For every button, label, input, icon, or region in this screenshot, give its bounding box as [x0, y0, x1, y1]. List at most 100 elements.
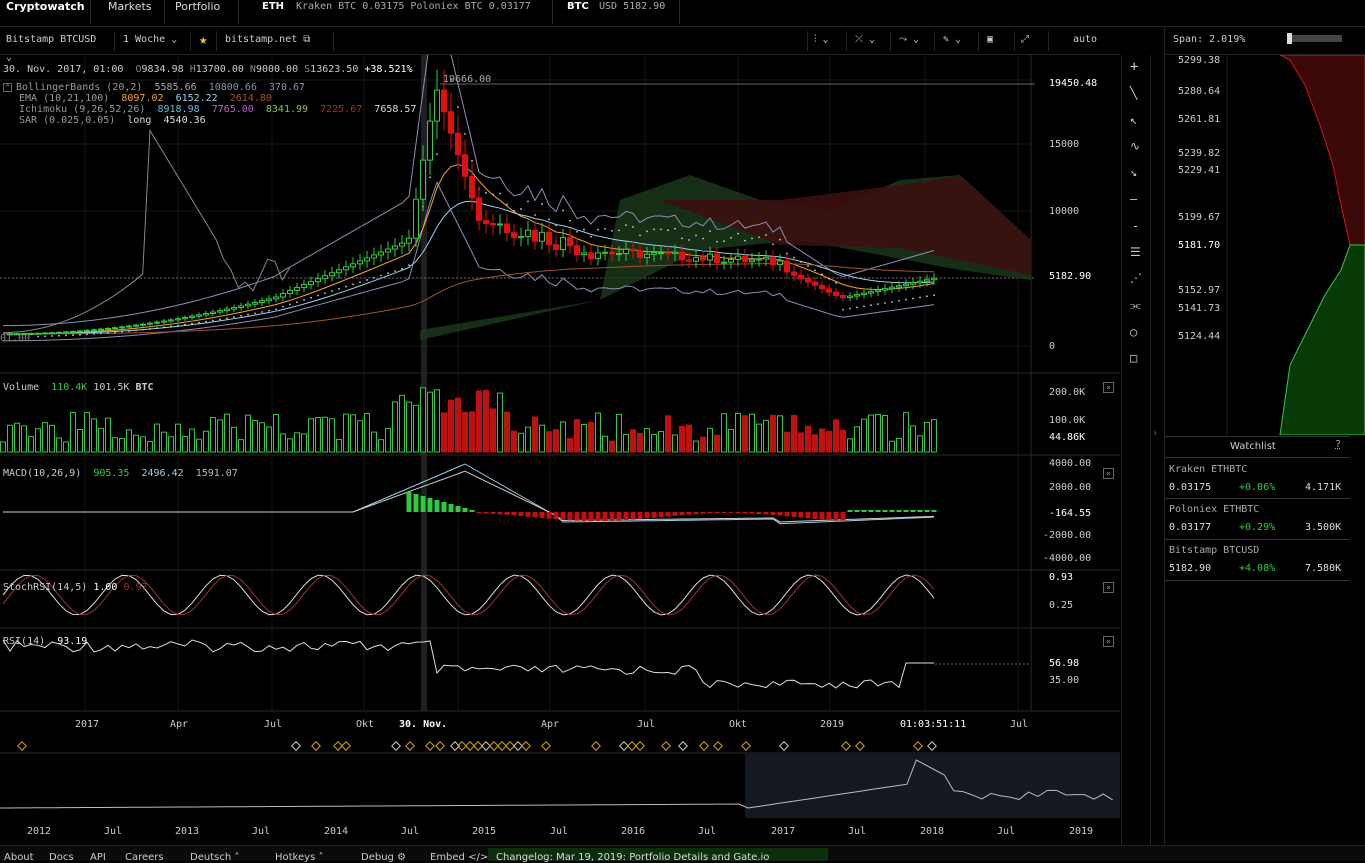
footer-hotkeys[interactable]: Hotkeys ˄ — [275, 852, 323, 863]
volume-tick-current: 44.86K — [1049, 432, 1086, 443]
compare-button[interactable]: ⤳ ⌄ — [893, 31, 935, 51]
collapse-icon[interactable]: ^ — [3, 83, 12, 92]
nav-tick: Jul — [698, 826, 717, 837]
time-tick: Apr — [541, 719, 560, 730]
macd-legend[interactable]: MACD(10,26,9) 905.35 2496.42 1591.07 — [3, 468, 238, 479]
fan-tool-icon[interactable]: ⫘ — [1130, 298, 1141, 313]
sar-dot — [170, 325, 172, 328]
chart-type-button[interactable]: ⫶ ⌄ — [807, 31, 847, 51]
span-slider-handle[interactable] — [1287, 33, 1292, 44]
macd-histogram-bar — [805, 512, 811, 519]
volume-bar — [896, 437, 902, 453]
span-slider[interactable] — [1287, 33, 1342, 44]
close-icon[interactable]: × — [1103, 636, 1114, 647]
top-nav-bar: Cryptowatch Markets Portfolio ETH Kraken… — [0, 0, 1365, 27]
sar-dot — [772, 243, 774, 246]
fib-tool-icon[interactable]: ☰ — [1130, 245, 1141, 259]
watchlist-item[interactable]: Bitstamp BTCUSD 5182.90 +4.08% 7.580K — [1165, 541, 1350, 581]
volume-bar — [910, 425, 916, 453]
arrow-tool-icon[interactable]: ↘ — [1130, 165, 1137, 179]
close-icon[interactable]: × — [1103, 582, 1114, 593]
footer-api[interactable]: API — [90, 852, 106, 863]
ema-legend[interactable]: EMA (10,21,100) 8097.02 6152.22 2614.80 — [3, 93, 416, 104]
close-icon[interactable]: × — [1103, 468, 1114, 479]
candle-body — [658, 252, 664, 255]
event-marker — [481, 741, 491, 751]
ray-tool-icon[interactable]: ↖ — [1130, 113, 1137, 127]
circle-tool-icon[interactable]: ○ — [1130, 325, 1137, 339]
favorite-star-icon[interactable]: ★ — [193, 31, 217, 51]
time-tick: Jul — [264, 719, 283, 730]
footer-embed[interactable]: Embed </> — [430, 852, 488, 863]
macd-histogram-bar — [609, 512, 615, 521]
bb-legend[interactable]: ^ BollingerBands (20,2) 5585.66 10800.66 … — [3, 82, 416, 93]
rsi-legend[interactable]: RSI(14) 93.19 — [3, 636, 87, 647]
candle-body — [35, 332, 41, 335]
ichimoku-legend[interactable]: Ichimoku (9,26,52,26) 8918.98 7765.00 83… — [3, 104, 416, 115]
event-marker — [699, 741, 709, 751]
macd-histogram-bar — [728, 512, 734, 514]
indicators-button[interactable]: ⤫ ⌄ — [849, 31, 891, 51]
volume-bar — [749, 413, 755, 453]
time-tick: Jul — [1010, 719, 1029, 730]
watchlist-item[interactable]: Kraken ETHBTC 0.03175 +0.06% 4.171K — [1165, 460, 1350, 500]
candle-body — [665, 252, 671, 255]
sar-dot — [835, 281, 837, 284]
macd-histogram-bar — [511, 512, 517, 516]
nav-portfolio[interactable]: Portfolio — [175, 0, 220, 26]
curve-tool-icon[interactable]: ∿ — [1130, 139, 1140, 153]
sar-dot — [877, 303, 879, 305]
footer-careers[interactable]: Careers — [125, 852, 164, 863]
watchlist-item[interactable]: Poloniex ETHBTC 0.03177 +0.29% 3.500K — [1165, 500, 1350, 540]
volume-bar — [315, 417, 321, 453]
ticker-btc-label[interactable]: BTC — [567, 0, 589, 26]
candle-body — [364, 257, 370, 262]
exchange-link[interactable]: bitstamp.net ⧉ — [219, 31, 334, 51]
sar-legend[interactable]: SAR (0.025,0.05) long 4540.36 — [3, 115, 416, 126]
volume-bar — [238, 439, 244, 453]
ticker-eth-label[interactable]: ETH — [262, 0, 284, 26]
volume-bar — [700, 436, 706, 453]
scale-mode-button[interactable]: auto — [1060, 31, 1110, 51]
draw-tool-button[interactable]: ✎ ⌄ — [937, 31, 979, 51]
sar-dot — [590, 235, 592, 238]
macd-histogram-bar — [672, 512, 678, 516]
candle-body — [595, 252, 601, 260]
market-select[interactable]: Bitstamp BTCUSD ⌄ — [0, 31, 115, 63]
crosshair-icon[interactable]: + — [1130, 59, 1138, 75]
fullscreen-icon[interactable]: ⤢ — [1015, 31, 1049, 51]
period-select[interactable]: 1 Woche ⌄ — [117, 31, 191, 51]
ichimoku-v1: 8918.98 — [157, 104, 200, 115]
stochrsi-legend[interactable]: StochRSI(14,5) 1.00 0.97 — [3, 582, 148, 593]
ticker-btc-quote[interactable]: USD 5182.90 — [599, 0, 665, 26]
footer-debug[interactable]: Debug ⚙ — [361, 852, 406, 863]
sar-dot — [737, 232, 739, 235]
sar-dot — [548, 218, 550, 221]
volume-legend[interactable]: Volume 110.4K 101.5K BTC — [3, 382, 154, 393]
screenshot-icon[interactable]: ▣ — [981, 31, 1015, 51]
candle-body — [532, 229, 538, 242]
short-line-icon[interactable]: - — [1132, 219, 1139, 233]
changelog-banner[interactable]: Changelog: Mar 19, 2019: Portfolio Detai… — [488, 848, 828, 863]
candle-body — [301, 284, 307, 289]
ema-v1: 8097.02 — [121, 93, 164, 104]
event-marker — [591, 741, 601, 751]
close-icon[interactable]: × — [1103, 382, 1114, 393]
macd-histogram-bar — [560, 512, 566, 520]
candle-body — [168, 319, 174, 322]
sar-dot — [611, 229, 613, 232]
line-tool-icon[interactable]: ╲ — [1130, 86, 1137, 100]
hline-tool-icon[interactable]: — — [1130, 192, 1137, 206]
pitchfork-icon[interactable]: ⋰ — [1130, 271, 1142, 285]
watchlist-help[interactable]: ? — [1335, 439, 1341, 450]
ticker-eth-quotes[interactable]: Kraken BTC 0.03175 Poloniex BTC 0.03177 — [296, 0, 531, 26]
footer-about[interactable]: About — [4, 852, 34, 863]
footer-docs[interactable]: Docs — [49, 852, 74, 863]
nav-markets[interactable]: Markets — [108, 0, 152, 26]
sar-dot — [394, 270, 396, 272]
rectangle-tool-icon[interactable]: □ — [1130, 351, 1137, 365]
collapse-right-icon[interactable]: › — [1152, 428, 1158, 439]
brand-logo[interactable]: Cryptowatch — [6, 0, 85, 26]
footer-language[interactable]: Deutsch ˄ — [190, 852, 239, 863]
candle-body — [182, 316, 188, 320]
